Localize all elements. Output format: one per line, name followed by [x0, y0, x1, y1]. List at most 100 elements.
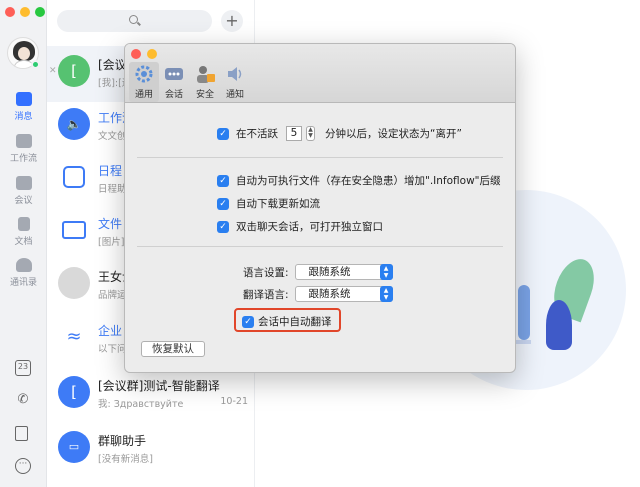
translate-language-label: 翻译语言: [243, 288, 289, 301]
file-transfer-icon [62, 221, 86, 239]
window-controls [5, 7, 45, 17]
group-avatar: [ [58, 376, 90, 408]
assistant-icon: ▭ [58, 431, 90, 463]
item-name: [会议 [98, 58, 127, 72]
executable-suffix-row: ✓ 自动为可执行文件（存在安全隐患）增加".Infoflow"后缀 [217, 173, 501, 188]
nav-documents[interactable]: 文档 [0, 217, 47, 247]
language-value: 跟随系统 [308, 266, 351, 278]
maximize-window-button[interactable] [35, 7, 45, 17]
group-avatar: [ [58, 55, 90, 87]
item-preview: 以下问 [98, 344, 127, 355]
minimize-window-button[interactable] [20, 7, 30, 17]
nav-label: 会议 [14, 196, 33, 206]
tab-notification[interactable]: 通知 [220, 62, 250, 102]
nav-workflow[interactable]: 工作流 [0, 134, 47, 164]
inactive-setting-row: ✓ 在不活跃 5 ▲ ▼ 分钟以后，设定状态为“离开” [217, 126, 462, 141]
open-window-checkbox[interactable]: ✓ [217, 220, 229, 233]
reset-defaults-button[interactable]: 恢复默认 [141, 341, 205, 357]
tab-label: 通用 [134, 90, 153, 100]
phone-icon[interactable]: ✆ [15, 392, 31, 408]
auto-update-row: ✓ 自动下载更新如流 [217, 196, 320, 211]
list-item[interactable]: ▭ 群聊助手 [没有新消息] [47, 422, 255, 478]
calendar-day: 23 [17, 362, 29, 371]
search-icon [129, 15, 138, 24]
item-preview: [图片] [98, 237, 125, 248]
avatar [58, 267, 90, 299]
list-item[interactable]: [ [会议群]测试-智能翻译 我: Здравствуйте 10-21 [47, 367, 255, 423]
language-select[interactable]: 跟随系统 ▲ ▼ [294, 264, 393, 280]
auto-update-checkbox[interactable]: ✓ [217, 197, 229, 210]
speaker-icon [224, 64, 246, 84]
nav-messages[interactable]: 消息 [0, 92, 47, 122]
calendar-icon[interactable]: 23 [15, 360, 31, 376]
auto-translate-checkbox[interactable]: ✓ [242, 315, 254, 328]
document-icon [17, 217, 30, 231]
dialog-window-controls [131, 49, 157, 59]
translate-language-select[interactable]: 跟随系统 ▲ ▼ [294, 286, 393, 302]
message-icon [15, 92, 32, 106]
inactive-checkbox[interactable]: ✓ [217, 127, 229, 140]
item-name: 群聊助手 [98, 434, 147, 448]
search-input[interactable] [57, 10, 212, 32]
chevron-updown-icon: ▲ ▼ [379, 264, 393, 280]
calendar-icon [63, 166, 85, 188]
chat-dots-icon [163, 64, 185, 84]
tab-label: 会话 [164, 90, 183, 100]
gear-icon [133, 64, 155, 84]
item-preview: 我: Здравствуйте [98, 399, 184, 410]
general-settings-panel: ✓ 在不活跃 5 ▲ ▼ 分钟以后，设定状态为“离开” ✓ 自动为可执行文件（存在… [125, 104, 515, 372]
nav-contacts[interactable]: 通讯录 [0, 258, 47, 288]
item-preview: 日程助 [98, 184, 127, 195]
nav-label: 文档 [14, 237, 33, 247]
dialog-toolbar: 通用 会话 安全 通知 [125, 44, 515, 103]
auto-translate-label: 会话中自动翻译 [258, 316, 332, 328]
contacts-icon [15, 258, 32, 272]
dialog-close-button[interactable] [131, 49, 141, 59]
speaker-icon: 🔈 [58, 108, 90, 140]
item-preview: 品牌运 [98, 290, 127, 301]
nav-label: 工作流 [9, 154, 37, 164]
item-preview: [没有新消息] [98, 454, 153, 465]
item-name: 企业 [98, 324, 123, 338]
tab-label: 通知 [225, 90, 244, 100]
auto-translate-row: ✓ 会话中自动翻译 [242, 314, 332, 329]
divider [137, 157, 503, 158]
lock-person-icon [194, 64, 216, 84]
auto-update-label: 自动下载更新如流 [236, 198, 320, 210]
item-preview: 文文创 [98, 131, 127, 142]
bookmark-icon[interactable] [15, 426, 28, 441]
executable-suffix-checkbox[interactable]: ✓ [217, 174, 229, 187]
add-button[interactable]: + [221, 10, 243, 32]
more-icon[interactable]: ··· [15, 458, 31, 474]
nav-label: 通讯录 [9, 278, 37, 288]
dialog-minimize-button[interactable] [147, 49, 157, 59]
tab-label: 安全 [195, 90, 214, 100]
tab-security[interactable]: 安全 [190, 62, 220, 102]
workflow-icon [15, 134, 32, 148]
tab-general[interactable]: 通用 [129, 62, 159, 102]
translate-language-value: 跟随系统 [308, 288, 351, 300]
nav-meeting[interactable]: 会议 [0, 176, 47, 206]
tab-conversation[interactable]: 会话 [159, 62, 189, 102]
language-row: 语言设置: 跟随系统 ▲ ▼ [243, 264, 393, 280]
item-time: 10-21 [220, 396, 248, 407]
close-window-button[interactable] [5, 7, 15, 17]
executable-suffix-label: 自动为可执行文件（存在安全隐患）增加".Infoflow"后缀 [236, 175, 501, 187]
wave-icon: ≈ [58, 321, 90, 353]
close-icon[interactable]: ✕ [49, 66, 57, 76]
video-camera-icon [15, 176, 32, 190]
inactive-minutes-field[interactable]: 5 [286, 126, 302, 141]
illustration-vase [518, 285, 530, 340]
open-window-row: ✓ 双击聊天会话，可打开独立窗口 [217, 219, 383, 234]
online-status-dot [31, 60, 40, 69]
item-name: [会议群]测试-智能翻译 [98, 379, 220, 393]
item-name: 文件 [98, 217, 123, 231]
chevron-updown-icon: ▲ ▼ [379, 286, 393, 302]
minutes-stepper[interactable]: ▲ ▼ [306, 126, 315, 141]
left-rail: 消息 工作流 会议 文档 通讯录 23 ✆ ··· [0, 0, 47, 487]
inactive-label: 在不活跃 [236, 128, 278, 140]
open-window-label: 双击聊天会话，可打开独立窗口 [236, 221, 383, 233]
translate-language-row: 翻译语言: 跟随系统 ▲ ▼ [243, 286, 393, 302]
inactive-suffix: 分钟以后，设定状态为“离开” [325, 128, 462, 140]
illustration-pot [546, 300, 572, 350]
